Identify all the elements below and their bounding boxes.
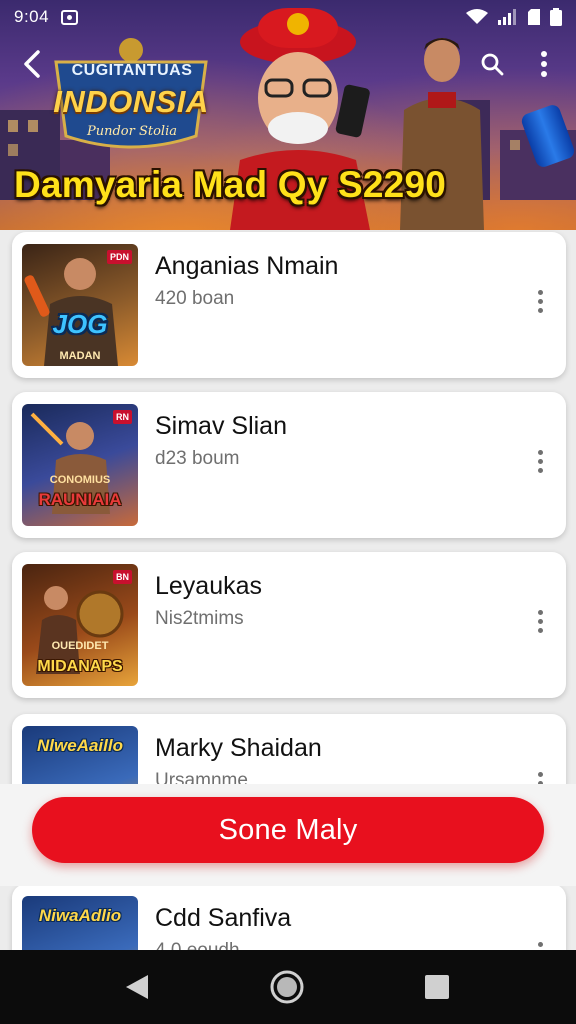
signal-icon bbox=[498, 9, 516, 25]
thumb-flag: PDN bbox=[106, 250, 132, 264]
overflow-menu-button[interactable] bbox=[526, 46, 562, 82]
item-subtitle: 4 0 eoudh bbox=[155, 940, 240, 950]
status-time: 9:04 bbox=[14, 7, 50, 26]
back-button[interactable] bbox=[14, 46, 50, 82]
system-back-button[interactable] bbox=[114, 964, 160, 1010]
more-vertical-icon bbox=[541, 51, 547, 77]
arrow-left-icon bbox=[24, 50, 40, 78]
more-vertical-icon bbox=[537, 289, 543, 295]
item-title: Anganias Nmain bbox=[155, 252, 339, 280]
circle-home-icon bbox=[270, 970, 304, 1004]
thumb-title: JOG bbox=[52, 309, 108, 339]
square-recents-icon bbox=[425, 975, 449, 999]
thumb-subtitle: OUEDIDET bbox=[51, 640, 109, 652]
wifi-icon bbox=[466, 9, 488, 24]
item-title: Leyaukas bbox=[155, 572, 263, 600]
sd-card-icon bbox=[528, 9, 540, 25]
banner-headline: Damyaria Mad Qy S2290 bbox=[14, 164, 446, 205]
more-vertical-icon bbox=[537, 941, 543, 947]
status-bar: 9:04 bbox=[0, 0, 576, 34]
logo-title: INDONSIA bbox=[53, 84, 209, 119]
header-banner: CUGITANTUAS INDONSIA Pundor Stolia Damya… bbox=[0, 0, 576, 230]
item-more-button[interactable] bbox=[526, 447, 554, 475]
logo-badge: CUGITANTUAS INDONSIA Pundor Stolia bbox=[42, 38, 220, 156]
logo-subtitle: Pundor Stolia bbox=[86, 124, 177, 139]
item-title: Marky Shaidan bbox=[155, 734, 322, 762]
thumb-title: NlweAaillo bbox=[37, 736, 123, 755]
item-subtitle: 420 boan bbox=[155, 288, 235, 309]
thumb-subtitle: CONOMIUS bbox=[49, 474, 111, 486]
item-subtitle: Nis2tmims bbox=[155, 608, 244, 629]
more-vertical-icon bbox=[537, 449, 543, 455]
item-subtitle: d23 boum bbox=[155, 448, 240, 469]
thumb-flag: RN bbox=[113, 410, 132, 424]
more-vertical-icon bbox=[537, 609, 543, 615]
thumb-title: RAUNIAIA bbox=[38, 490, 122, 509]
item-more-button[interactable] bbox=[526, 939, 554, 950]
item-thumbnail: RN CONOMIUS RAUNIAIA bbox=[22, 404, 138, 526]
thumb-title: NiwaAdlio bbox=[38, 906, 122, 925]
list-item[interactable]: RN CONOMIUS RAUNIAIA Simav Slian d23 bou… bbox=[12, 392, 566, 538]
item-title: Cdd Sanfiva bbox=[155, 904, 292, 932]
list-item[interactable]: BN OUEDIDET MIDANAPS Leyaukas Nis2tmims bbox=[12, 552, 566, 698]
logo-top-text: CUGITANTUAS bbox=[71, 62, 193, 79]
search-button[interactable] bbox=[474, 46, 510, 82]
item-more-button[interactable] bbox=[526, 287, 554, 315]
item-thumbnail: PDN JOG MADAN bbox=[22, 244, 138, 366]
primary-action-button[interactable]: Sone Maly bbox=[32, 797, 544, 863]
system-home-button[interactable] bbox=[264, 964, 310, 1010]
triangle-back-icon bbox=[126, 975, 148, 999]
list-item[interactable]: NiwaAdlio Cdd Sanfiva 4 0 eoudh bbox=[12, 884, 566, 950]
battery-icon bbox=[550, 8, 562, 26]
thumb-title: MIDANAPS bbox=[37, 658, 123, 675]
status-icons bbox=[466, 8, 562, 26]
item-thumbnail: NiwaAdlio bbox=[22, 896, 138, 950]
system-navigation-bar bbox=[0, 950, 576, 1024]
item-thumbnail: BN OUEDIDET MIDANAPS bbox=[22, 564, 138, 686]
list-item[interactable]: PDN JOG MADAN Anganias Nmain 420 boan bbox=[12, 232, 566, 378]
thumb-flag: BN bbox=[113, 570, 132, 584]
system-recents-button[interactable] bbox=[414, 964, 460, 1010]
thumb-subtitle: MADAN bbox=[59, 350, 101, 362]
search-icon bbox=[481, 53, 504, 76]
more-vertical-icon bbox=[537, 771, 543, 777]
item-title: Simav Slian bbox=[155, 412, 287, 440]
item-more-button[interactable] bbox=[526, 607, 554, 635]
notification-icon bbox=[61, 9, 79, 25]
